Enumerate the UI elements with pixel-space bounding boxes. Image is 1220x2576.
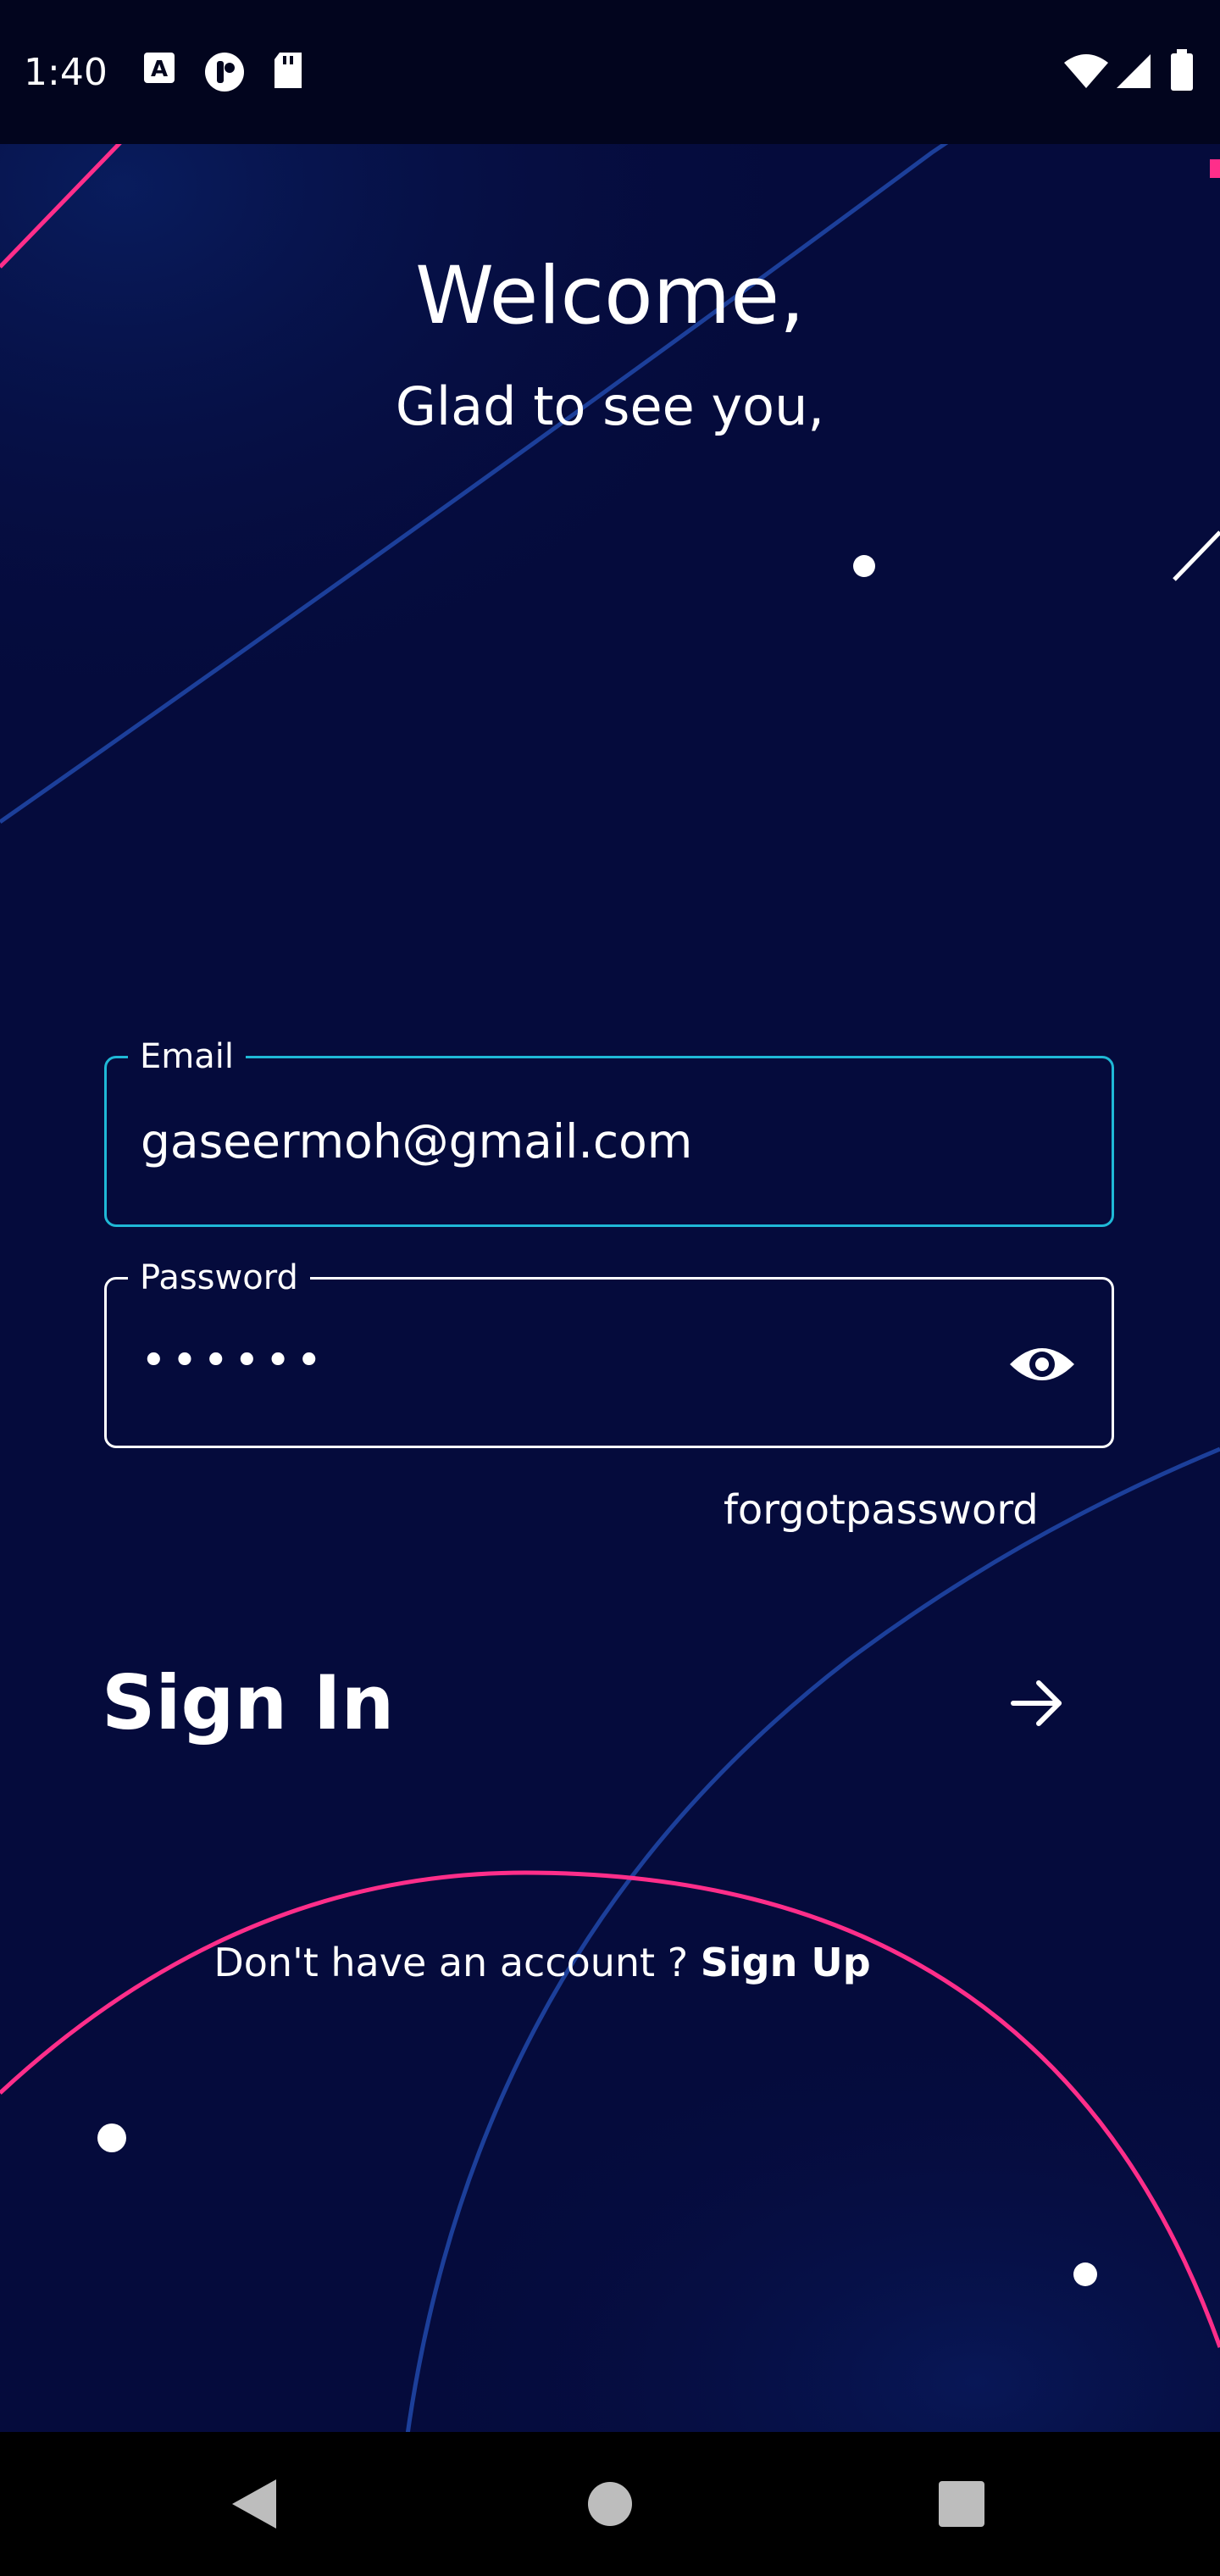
email-field[interactable]: Email gaseermoh@gmail.com: [104, 1036, 1114, 1227]
recents-icon[interactable]: [923, 2466, 1000, 2542]
wifi-icon: [1064, 54, 1108, 88]
arrow-right-icon[interactable]: [1006, 1673, 1068, 1734]
status-time: 1:40: [24, 51, 108, 94]
eye-icon[interactable]: [1006, 1337, 1078, 1391]
svg-text:A: A: [151, 57, 168, 82]
sign-up-prompt-text: Don't have an account ?: [214, 1940, 701, 1985]
font-a-icon: A: [144, 53, 175, 83]
sign-up-link[interactable]: Sign Up: [701, 1940, 871, 1985]
pink-square: [1210, 159, 1220, 178]
sign-in-button[interactable]: Sign In: [102, 1652, 1068, 1754]
dot-top: [853, 555, 875, 577]
battery-icon: [1171, 49, 1193, 91]
forgot-password-link[interactable]: forgotpassword: [724, 1485, 1039, 1535]
home-icon[interactable]: [572, 2466, 648, 2542]
dot-left: [97, 2124, 126, 2152]
email-input[interactable]: gaseermoh@gmail.com: [141, 1111, 988, 1172]
password-field[interactable]: Password ••••••: [104, 1257, 1114, 1448]
welcome-subtitle: Glad to see you,: [395, 375, 825, 437]
status-bar: 1:40 A: [0, 0, 1220, 144]
password-label: Password: [128, 1257, 310, 1298]
sign-up-prompt: Don't have an account ? Sign Up: [0, 1937, 1084, 1988]
email-label: Email: [128, 1036, 246, 1077]
podcast-icon: [205, 53, 244, 92]
signal-icon: [1117, 54, 1151, 88]
back-icon[interactable]: [217, 2466, 293, 2542]
sign-in-label: Sign In: [102, 1659, 395, 1746]
welcome-title: Welcome,: [415, 250, 805, 342]
password-input[interactable]: ••••••: [141, 1330, 988, 1391]
dot-right: [1073, 2262, 1097, 2286]
sd-card-icon: [274, 53, 302, 88]
navigation-bar: [0, 2432, 1220, 2576]
